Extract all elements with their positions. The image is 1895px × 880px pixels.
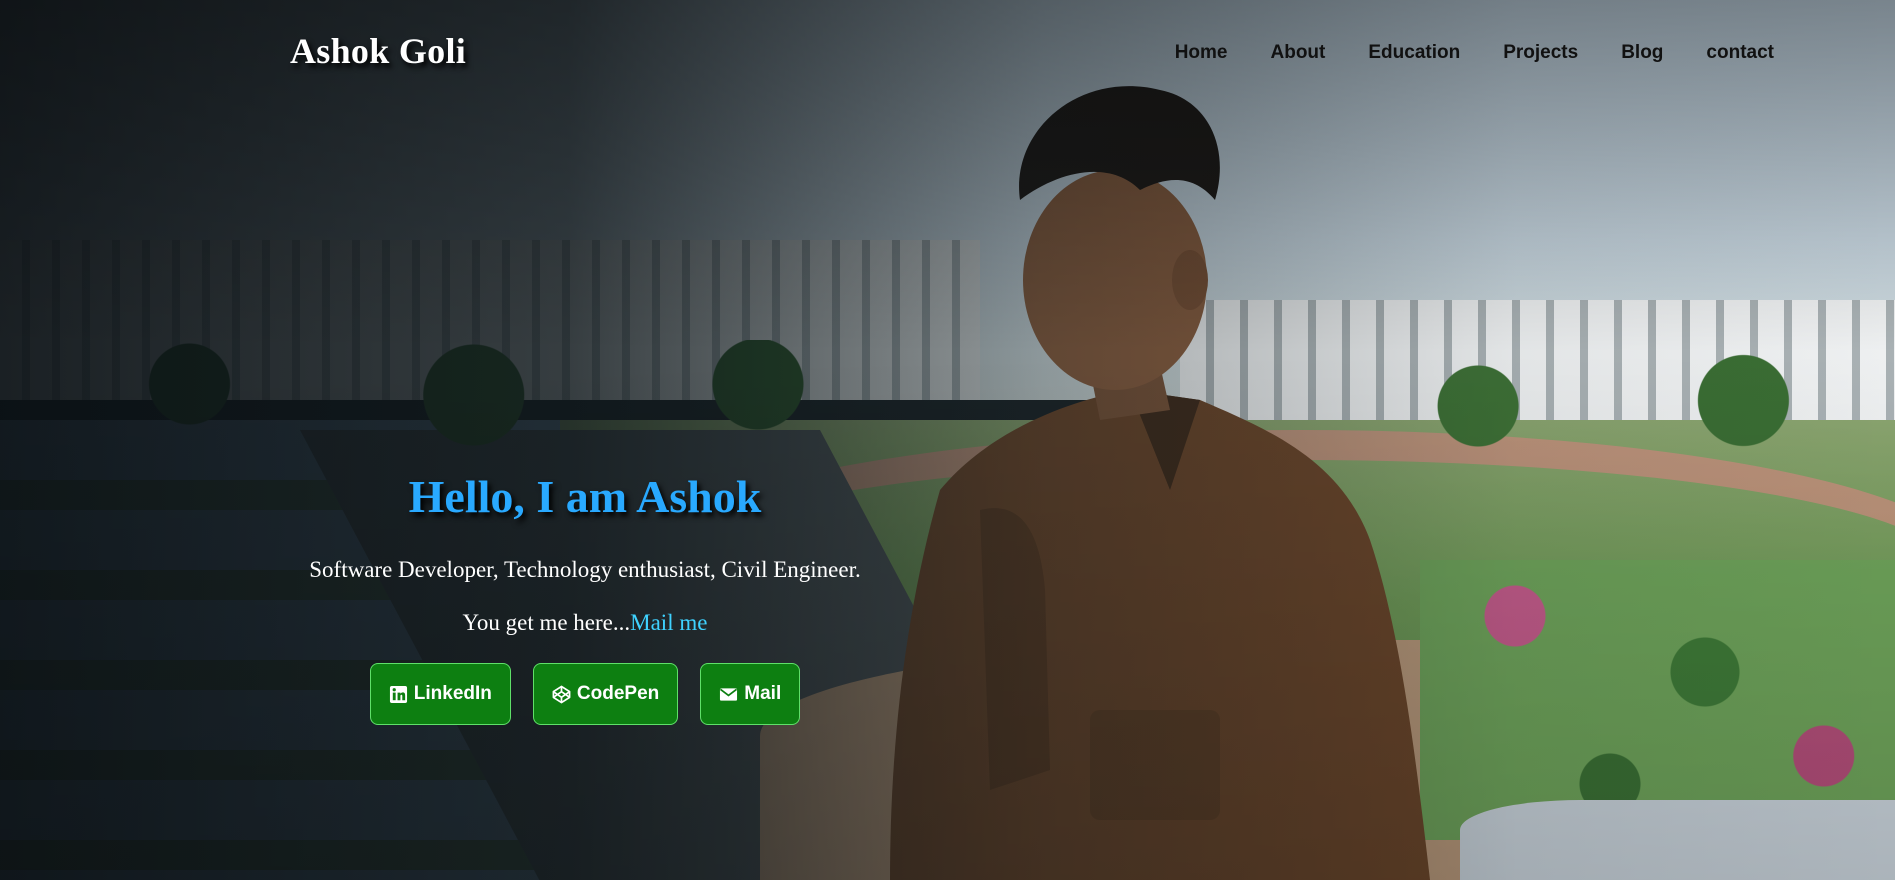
codepen-label: CodePen — [576, 683, 660, 704]
nav-blog[interactable]: Blog — [1621, 42, 1663, 64]
mail-me-link[interactable]: Mail me — [630, 610, 707, 635]
social-buttons: LinkedIn CodePen Mail — [0, 663, 1170, 725]
nav-home[interactable]: Home — [1175, 42, 1228, 64]
mail-button[interactable]: Mail — [700, 663, 801, 725]
site-logo[interactable]: Ashok Goli — [290, 30, 466, 72]
codepen-icon — [552, 685, 571, 703]
linkedin-button[interactable]: LinkedIn — [369, 663, 511, 725]
hero-greeting: Hello, I am Ashok — [408, 471, 762, 522]
envelope-icon — [720, 687, 738, 701]
mail-label: Mail — [744, 683, 782, 704]
hero-background — [0, 0, 1895, 880]
main-nav: Home About Education Projects Blog conta… — [1175, 42, 1895, 64]
hero-tagline: Software Developer, Technology enthusias… — [309, 557, 861, 582]
linkedin-label: LinkedIn — [413, 683, 492, 704]
nav-about[interactable]: About — [1271, 42, 1326, 64]
codepen-button[interactable]: CodePen — [532, 663, 679, 725]
vignette-overlay — [0, 0, 1895, 880]
linkedin-icon — [389, 685, 407, 703]
nav-projects[interactable]: Projects — [1503, 42, 1578, 64]
nav-contact[interactable]: contact — [1706, 42, 1774, 64]
mail-prefix: You get me here... — [462, 610, 631, 635]
nav-education[interactable]: Education — [1368, 42, 1460, 64]
mail-line: You get me here...Mail me — [0, 610, 1170, 636]
